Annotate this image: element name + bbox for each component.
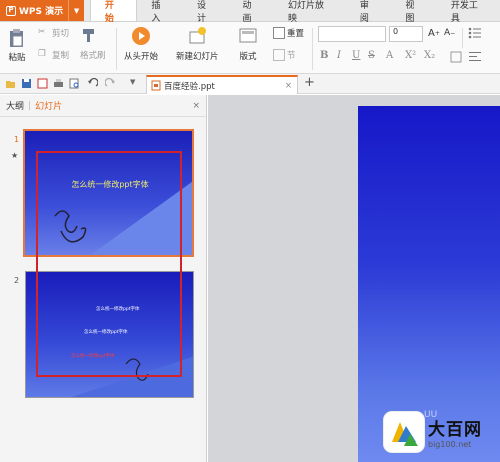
panel-tabs: 大纲 | 幻灯片 ×: [0, 95, 206, 117]
open-folder-icon[interactable]: [5, 78, 16, 89]
quick-access-dropdown-icon[interactable]: ▼: [130, 78, 135, 86]
new-slide-label: 新建幻灯片: [176, 52, 219, 62]
scissors-icon: ✂: [38, 27, 46, 37]
tab-developer[interactable]: 开发工具: [437, 0, 500, 24]
strikethrough-button[interactable]: S: [368, 50, 375, 61]
layout-icon: [239, 28, 257, 43]
copy-button[interactable]: ❐ 复制: [38, 49, 69, 61]
new-slide-button[interactable]: 新建幻灯片: [176, 26, 219, 62]
export-pdf-icon[interactable]: [37, 78, 48, 89]
reset-button[interactable]: 重置: [273, 27, 304, 39]
ppt-file-icon: [151, 80, 161, 91]
align-left-icon[interactable]: [468, 51, 482, 63]
clipboard-icon: [10, 29, 23, 47]
reset-icon: [273, 27, 285, 39]
new-slide-icon: [189, 27, 207, 44]
panel-tab-divider: |: [28, 100, 32, 111]
section-icon: [273, 49, 285, 61]
watermark-title: 大百网: [428, 420, 482, 440]
format-painter-icon[interactable]: [80, 27, 96, 43]
font-size-value: 0: [393, 27, 399, 36]
copy-icon: ❐: [38, 49, 46, 59]
tab-view[interactable]: 视图: [391, 0, 437, 24]
font-name-select[interactable]: [318, 26, 386, 42]
bold-button[interactable]: B: [320, 50, 328, 61]
format-painter-label: 格式刷: [80, 51, 106, 61]
tab-design[interactable]: 设计: [183, 0, 229, 24]
superscript-button[interactable]: X²: [405, 50, 416, 61]
ribbon-separator: [462, 28, 463, 48]
redo-icon[interactable]: [105, 78, 116, 89]
paste-button[interactable]: 粘贴: [8, 28, 26, 63]
layout-label: 版式: [239, 52, 257, 62]
tab-outline[interactable]: 大纲: [6, 99, 24, 112]
quick-access-bar: ▼ 百度经验.ppt × +: [0, 74, 500, 94]
tab-animation[interactable]: 动画: [228, 0, 274, 24]
paste-label: 粘贴: [8, 53, 26, 63]
tab-slideshow[interactable]: 幻灯片放映: [274, 0, 346, 24]
cut-label: 剪切: [52, 29, 70, 39]
font-size-select[interactable]: 0: [389, 26, 423, 42]
new-tab-icon[interactable]: +: [304, 75, 315, 90]
layout-button[interactable]: 版式: [238, 26, 258, 62]
close-document-icon[interactable]: ×: [285, 81, 292, 91]
close-panel-icon[interactable]: ×: [192, 101, 200, 111]
section-label: 节: [287, 51, 296, 61]
cut-button[interactable]: ✂ 剪切: [38, 27, 69, 39]
ribbon-toolbar: 粘贴 ✂ 剪切 ❐ 复制 格式刷 从头开始 新建幻灯片 版式 重置 节 0 A + A…: [0, 22, 500, 74]
document-tab-title: 百度经验.ppt: [164, 81, 215, 92]
copy-label: 复制: [52, 51, 70, 61]
slide-number-1: 1: [14, 135, 20, 144]
animation-star-icon: ★: [11, 151, 19, 160]
section-button[interactable]: 节: [273, 49, 296, 61]
text-effect-icon[interactable]: [450, 51, 462, 63]
slide-number-2: 2: [14, 276, 20, 285]
wps-logo-icon: P: [6, 5, 16, 16]
font-color-button[interactable]: A: [386, 50, 393, 61]
bullet-list-icon[interactable]: [468, 27, 482, 39]
from-start-button[interactable]: 从头开始: [124, 26, 158, 62]
subscript-button[interactable]: X₂: [424, 50, 435, 61]
play-icon: [132, 27, 150, 45]
document-tab[interactable]: 百度经验.ppt ×: [146, 75, 298, 94]
watermark-url: big100.net: [428, 440, 472, 449]
tab-insert[interactable]: 插入: [137, 0, 183, 24]
italic-button[interactable]: I: [337, 50, 341, 61]
ribbon-separator: [116, 28, 117, 70]
highlight-annotation-box: [36, 151, 182, 377]
slide-panel: 大纲 | 幻灯片 × 1 ★ 怎么统一修改ppt字体 2 怎么统一修改ppt字体…: [0, 95, 207, 462]
font-shrink-button[interactable]: A −: [444, 28, 455, 38]
print-preview-icon[interactable]: [69, 78, 80, 89]
app-name: WPS 演示: [19, 7, 64, 17]
ribbon-separator: [312, 28, 313, 70]
tab-review[interactable]: 审阅: [346, 0, 392, 24]
tab-home[interactable]: 开始: [89, 0, 138, 24]
app-menu-dropdown-icon[interactable]: ▼: [68, 0, 84, 21]
tab-slides[interactable]: 幻灯片: [35, 99, 62, 112]
underline-button[interactable]: U: [352, 50, 360, 61]
font-grow-button[interactable]: A +: [428, 28, 440, 39]
menu-bar: P WPS 演示 ▼ 开始 插入 设计 动画 幻灯片放映 审阅 视图 开发工具: [0, 0, 500, 24]
save-icon[interactable]: [21, 78, 32, 89]
slide-editor-area: ᑌᑌ: [208, 95, 500, 462]
undo-icon[interactable]: [87, 78, 98, 89]
from-start-label: 从头开始: [124, 52, 159, 62]
app-menu-button[interactable]: P WPS 演示: [0, 0, 69, 21]
site-watermark: 大百网 big100.net: [384, 412, 482, 452]
format-painter-button[interactable]: 格式刷: [80, 49, 106, 61]
print-icon[interactable]: [53, 78, 64, 89]
reset-label: 重置: [287, 29, 305, 39]
watermark-logo: [384, 412, 424, 452]
slide-canvas[interactable]: ᑌᑌ: [358, 106, 500, 462]
